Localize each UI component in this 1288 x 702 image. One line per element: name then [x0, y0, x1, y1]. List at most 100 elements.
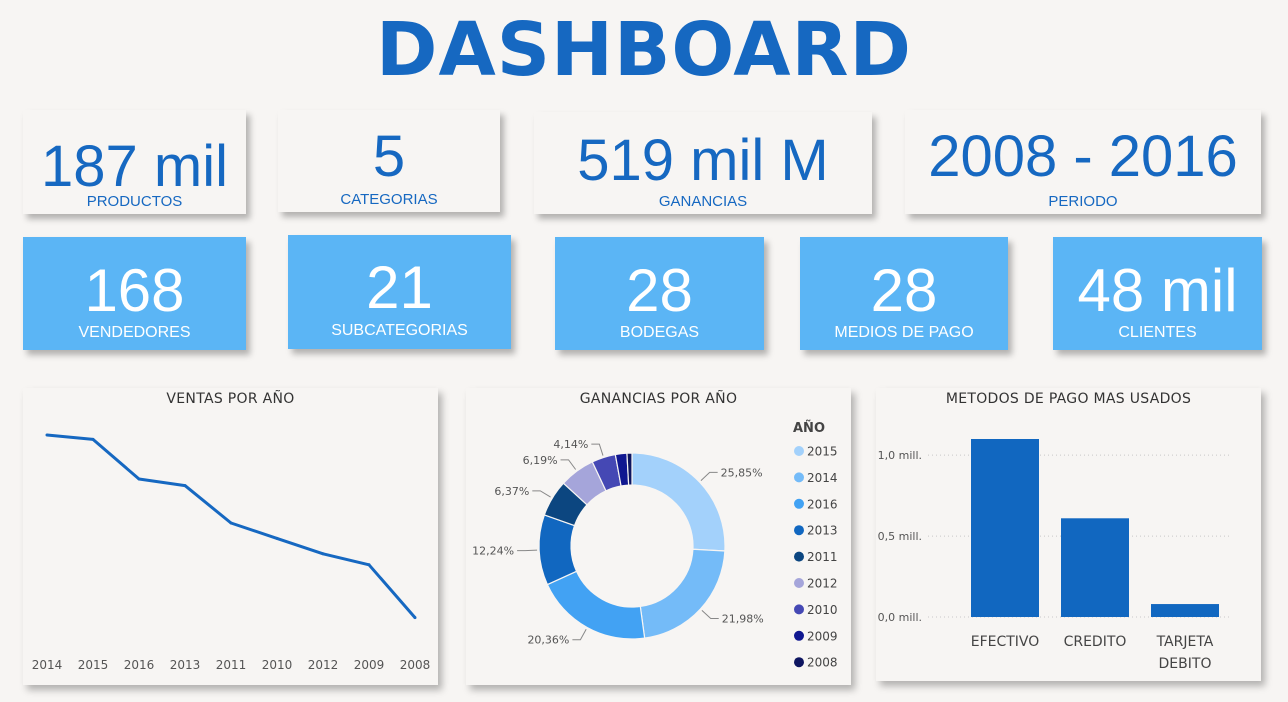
x-tick-label: TARJETA	[1156, 634, 1214, 650]
kpi-card-medios-de-pago: 28 MEDIOS DE PAGO	[800, 237, 1008, 350]
legend-swatch-2014	[794, 472, 804, 483]
legend-swatch-2012	[794, 578, 804, 588]
x-tick-label: 2015	[78, 658, 109, 672]
ventas-point	[183, 484, 187, 488]
legend-swatch-2011	[794, 551, 804, 562]
slice-data-label: 12,24%	[472, 545, 514, 558]
ganancias-donut-chart: 25,85% 21,98% 20,36% 12,24% 6,37% 6,19% 4,14% A…	[472, 420, 838, 670]
legend-swatch-2015	[794, 446, 804, 456]
x-tick-label: 2008	[400, 658, 431, 672]
legend-title: AÑO	[793, 420, 825, 436]
legend-swatch-2010	[794, 604, 804, 615]
legend-swatch-2016	[794, 498, 804, 509]
legend-label-2008: 2008	[807, 656, 838, 670]
kpi-value: 168	[84, 257, 185, 324]
x-tick-label: 2016	[124, 658, 155, 672]
kpi-label: BODEGAS	[619, 324, 700, 341]
ventas-point	[91, 437, 95, 441]
ventas-line-chart: 2014 2015 2016 2013 2011 2010 2012 2009 2008	[32, 433, 431, 672]
x-tick-label: 2009	[354, 658, 385, 672]
kpi-label: PRODUCTOS	[86, 193, 183, 210]
legend-swatch-2008	[794, 657, 804, 668]
slice-data-label: 20,36%	[527, 634, 569, 647]
kpi-value: 187 mil	[41, 134, 228, 199]
x-tick-label: 2013	[170, 658, 201, 672]
metodos-bar-chart: 0,0 mill. 0,5 mill. 1,0 mill. EFECTIVO CREDI…	[878, 439, 1232, 672]
slice-2015	[631, 452, 726, 552]
slice-data-label: 6,37%	[494, 485, 529, 498]
kpi-label: GANANCIAS	[658, 193, 748, 210]
kpi-value: 5	[372, 124, 406, 189]
slice-leader-line	[572, 628, 587, 641]
slice-leader-line	[701, 609, 719, 619]
legend-label-2016: 2016	[807, 497, 838, 511]
bar-credito	[1061, 518, 1129, 617]
slice-leader-line	[532, 490, 551, 498]
slice-data-label: 25,85%	[721, 466, 763, 479]
kpi-label: CATEGORIAS	[340, 191, 438, 208]
y-tick-label: 1,0 mill.	[878, 449, 922, 462]
slice-2013	[538, 514, 578, 586]
legend-label-2013: 2013	[807, 524, 838, 538]
ventas-point	[413, 616, 417, 620]
ventas-point	[45, 433, 49, 437]
legend-label-2010: 2010	[807, 603, 838, 617]
slice-leader-line	[591, 443, 604, 456]
legend-label-2009: 2009	[807, 629, 838, 643]
kpi-card-clientes: 48 mil CLIENTES	[1053, 237, 1262, 350]
kpi-value: 48 mil	[1077, 257, 1238, 324]
slice-data-label: 4,14%	[553, 438, 588, 451]
y-tick-label: 0,0 mill.	[878, 611, 922, 624]
slice-leader-line	[517, 549, 538, 552]
x-tick-label: DEBITO	[1159, 656, 1212, 672]
kpi-value: 28	[870, 257, 938, 324]
kpi-card-ganancias: 519 mil M GANANCIAS	[534, 112, 872, 214]
ventas-point	[321, 552, 325, 556]
kpi-value: 28	[626, 257, 693, 324]
slice-leader-line	[700, 471, 718, 482]
kpi-card-bodegas: 28 BODEGAS	[555, 237, 764, 350]
bar-tarjeta-debito	[1151, 604, 1219, 617]
ventas-series-line	[46, 433, 417, 619]
ventas-point	[229, 521, 233, 525]
x-tick-label: EFECTIVO	[971, 634, 1040, 650]
kpi-label: CLIENTES	[1118, 324, 1197, 341]
legend-label-2014: 2014	[807, 471, 838, 485]
kpi-label: PERIODO	[1048, 193, 1118, 210]
legend-swatch-2013	[794, 525, 804, 536]
x-tick-label: 2014	[32, 658, 63, 672]
ganancias-por-ano-panel: GANANCIAS POR AÑO 25,85% 21,98% 20,36% 12,2…	[466, 388, 851, 685]
x-tick-label: 2012	[308, 658, 339, 672]
kpi-card-subcategorias: 21 SUBCATEGORIAS	[288, 235, 511, 349]
x-tick-label: 2011	[216, 658, 247, 672]
kpi-value: 2008 - 2016	[928, 124, 1238, 189]
kpi-card-productos: 187 mil PRODUCTOS	[23, 110, 246, 214]
ventas-point	[367, 563, 371, 567]
x-tick-label: 2010	[262, 658, 293, 672]
kpi-label: VENDEDORES	[78, 324, 191, 341]
slice-2014	[639, 548, 726, 639]
kpi-card-categorias: 5 CATEGORIAS	[278, 110, 500, 212]
legend-label-2015: 2015	[807, 445, 838, 459]
kpi-card-periodo: 2008 - 2016 PERIODO	[905, 110, 1261, 214]
legend-label-2012: 2012	[807, 577, 838, 591]
slice-data-label: 21,98%	[722, 612, 764, 625]
slice-data-label: 6,19%	[523, 454, 558, 467]
kpi-card-vendedores: 168 VENDEDORES	[23, 237, 246, 350]
kpi-label: SUBCATEGORIAS	[331, 322, 468, 339]
slice-2016	[546, 570, 646, 640]
y-tick-label: 0,5 mill.	[878, 530, 922, 543]
slice-leader-line	[560, 459, 577, 470]
kpi-value: 519 mil M	[577, 128, 829, 193]
legend-label-2011: 2011	[807, 550, 838, 564]
bar-efectivo	[971, 439, 1039, 617]
dashboard-title: DASHBOARD	[376, 7, 912, 93]
ventas-point	[137, 477, 141, 481]
kpi-label: MEDIOS DE PAGO	[834, 324, 974, 341]
ventas-point	[275, 536, 279, 540]
x-tick-label: CREDITO	[1064, 634, 1127, 650]
ventas-por-ano-panel: VENTAS POR AÑO 2014 2015 2016 2013 2011 2010 2…	[23, 388, 438, 685]
legend-swatch-2009	[794, 630, 804, 641]
metodos-de-pago-panel: METODOS DE PAGO MAS USADOS 0,0 mill. 0,5 …	[876, 388, 1261, 681]
kpi-value: 21	[366, 254, 433, 321]
